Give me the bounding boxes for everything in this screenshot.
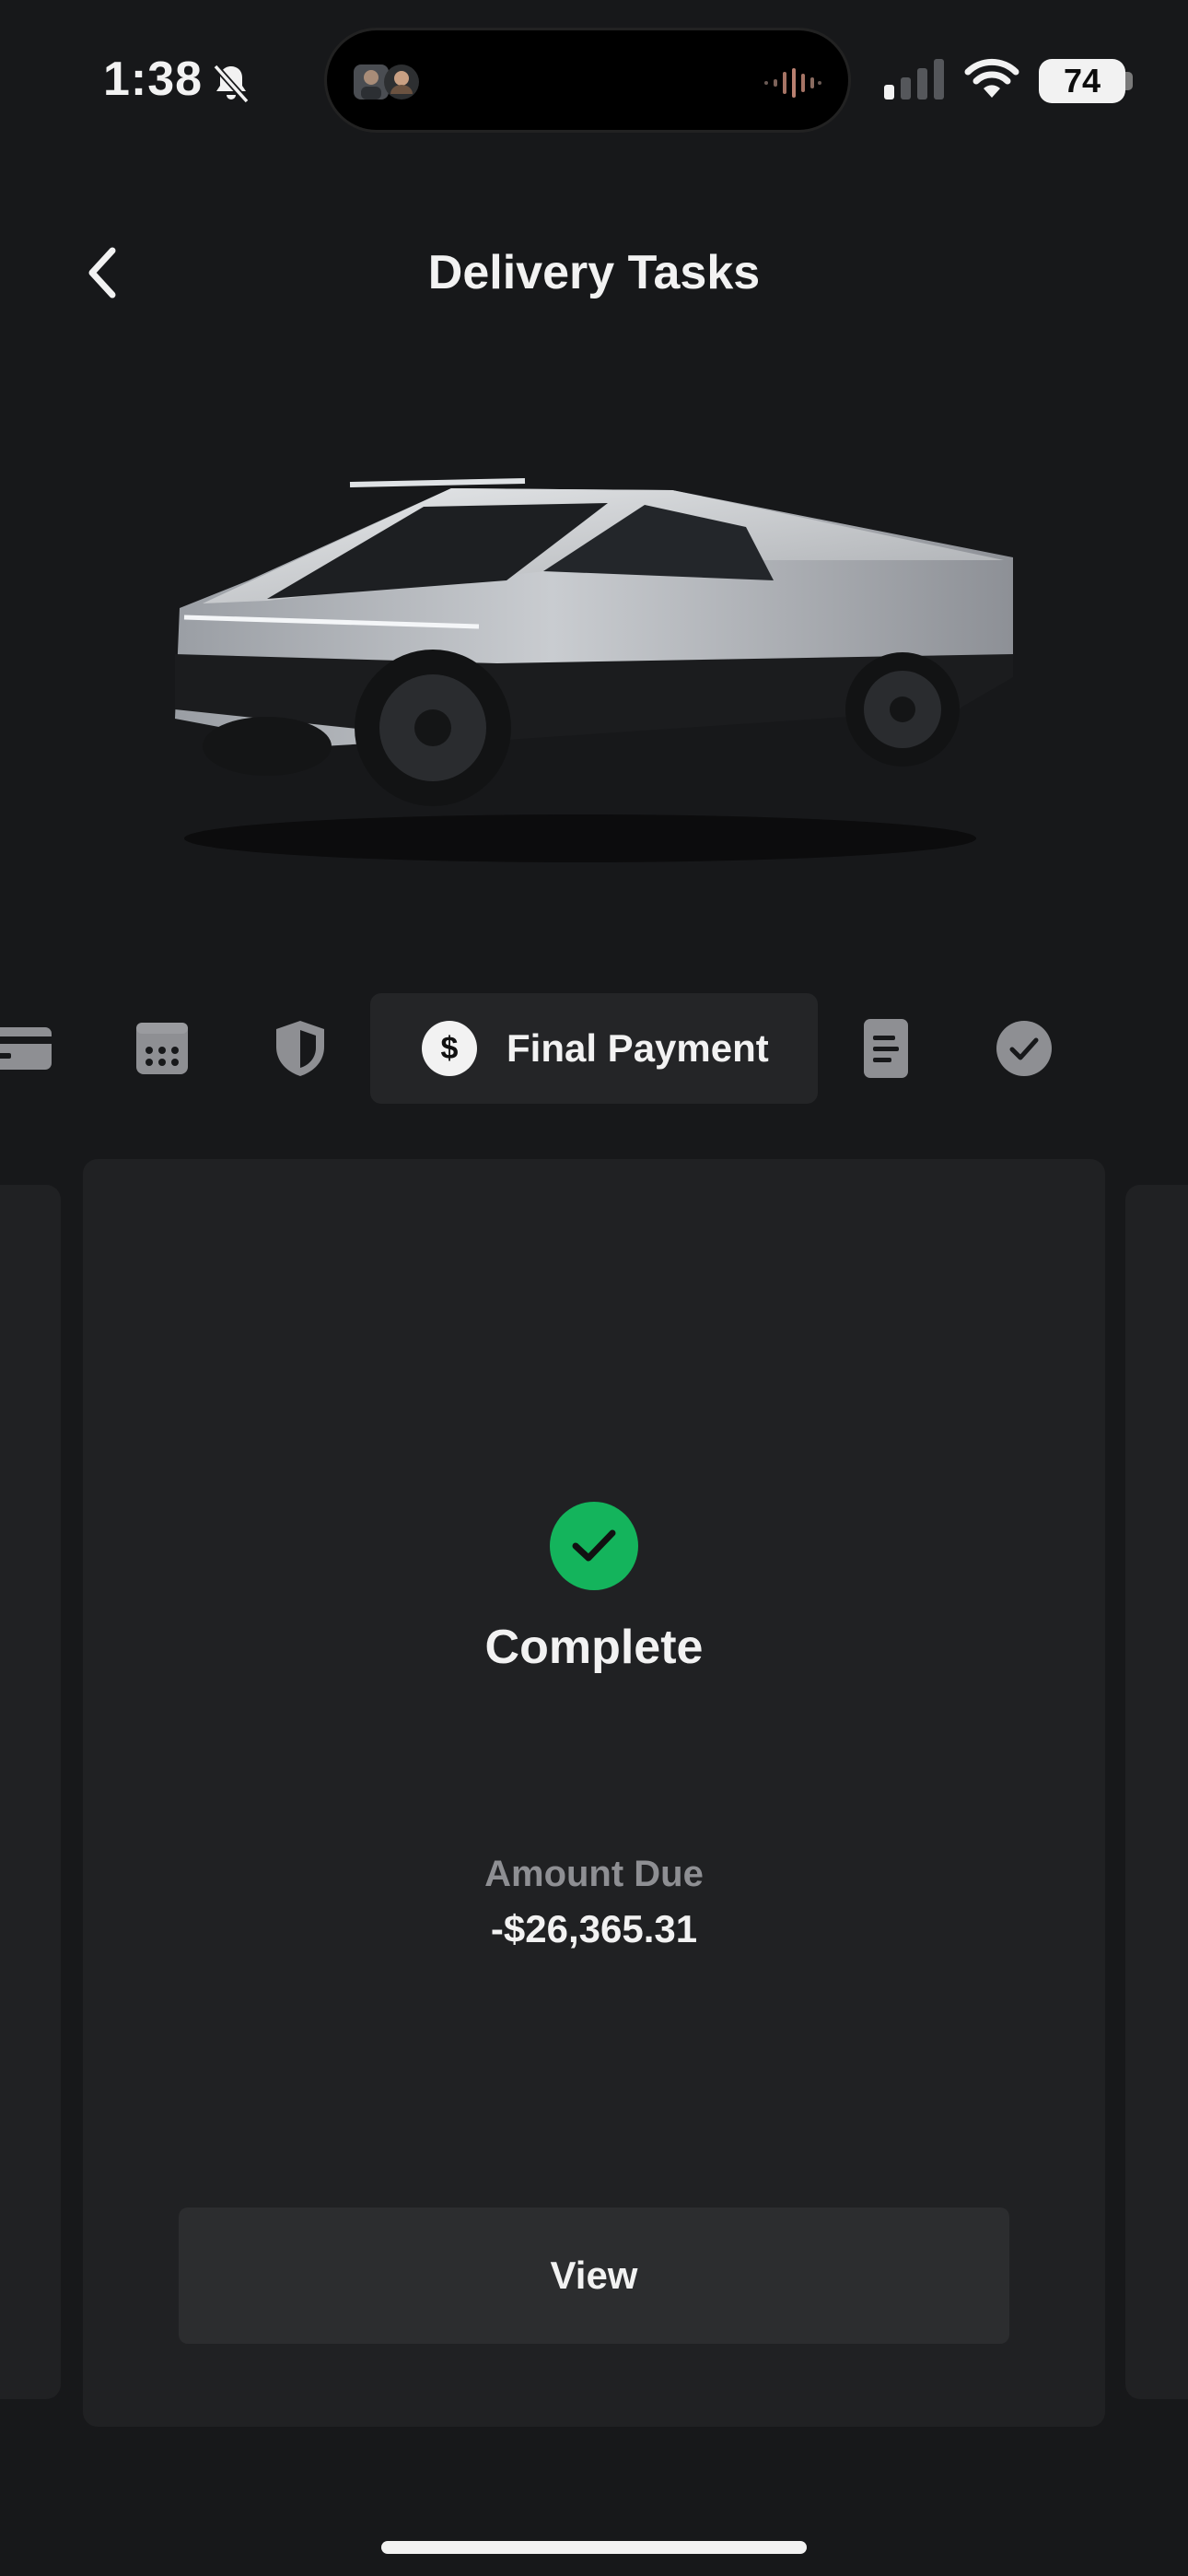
tab-insurance[interactable] [265, 1013, 335, 1083]
complete-check-icon [550, 1502, 638, 1590]
view-button[interactable]: View [179, 2207, 1009, 2344]
tab-final-payment-label: Final Payment [507, 1026, 769, 1070]
battery-nub [1125, 72, 1133, 90]
tab-schedule[interactable] [127, 1013, 197, 1083]
dollar-icon: $ [422, 1021, 477, 1076]
previous-task-card[interactable] [0, 1185, 61, 2399]
cellular-signal-icon [884, 59, 944, 100]
credit-card-icon [0, 1027, 52, 1070]
calendar-icon [136, 1023, 188, 1074]
battery-icon: 74 [1039, 59, 1125, 103]
avatars-icon [354, 64, 419, 100]
waveform-icon [764, 68, 821, 98]
amount-due-label: Amount Due [484, 1854, 704, 1894]
task-status: Complete [484, 1621, 704, 1674]
bell-slash-icon [213, 64, 250, 104]
page-title: Delivery Tasks [427, 246, 761, 299]
home-indicator[interactable] [381, 2541, 807, 2554]
shield-icon [276, 1021, 324, 1076]
wifi-icon [964, 58, 1019, 98]
next-task-card[interactable] [1125, 1185, 1188, 2399]
vehicle-image [175, 478, 1013, 862]
document-icon [864, 1019, 908, 1078]
tab-pickup[interactable] [989, 1013, 1059, 1083]
tab-documents[interactable] [851, 1013, 921, 1083]
tab-payment-method[interactable] [0, 1013, 53, 1083]
tab-final-payment[interactable]: $ Final Payment [370, 993, 818, 1104]
amount-due-value: -$26,365.31 [490, 1907, 698, 1950]
checkmark-circle-icon [996, 1021, 1052, 1076]
status-time: 1:38 [103, 53, 204, 106]
